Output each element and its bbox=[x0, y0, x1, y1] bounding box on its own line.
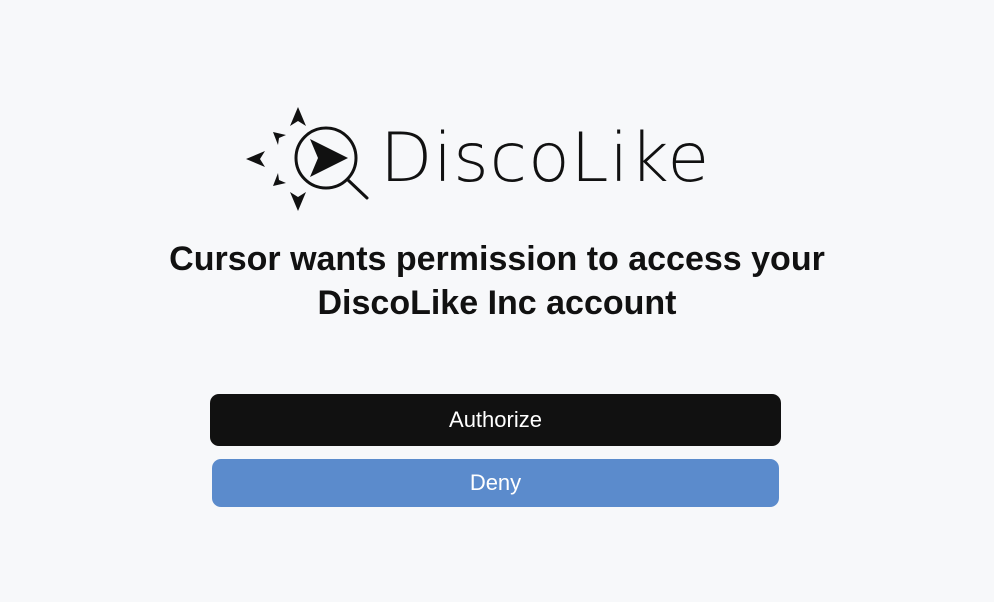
authorize-button[interactable]: Authorize bbox=[210, 394, 781, 446]
discolike-logo: DiscoLike bbox=[246, 105, 731, 213]
permission-text-line-2: DiscoLike Inc account bbox=[317, 284, 677, 322]
compass-magnifier-icon bbox=[246, 107, 369, 211]
authorization-page: DiscoLike Cursor wants permission to acc… bbox=[0, 0, 994, 602]
deny-button[interactable]: Deny bbox=[212, 459, 779, 507]
page-title: Cursor wants permission to access your D… bbox=[97, 237, 897, 325]
brand-name: DiscoLike bbox=[380, 119, 711, 198]
permission-text-line-1: Cursor wants permission to access your bbox=[169, 240, 825, 278]
